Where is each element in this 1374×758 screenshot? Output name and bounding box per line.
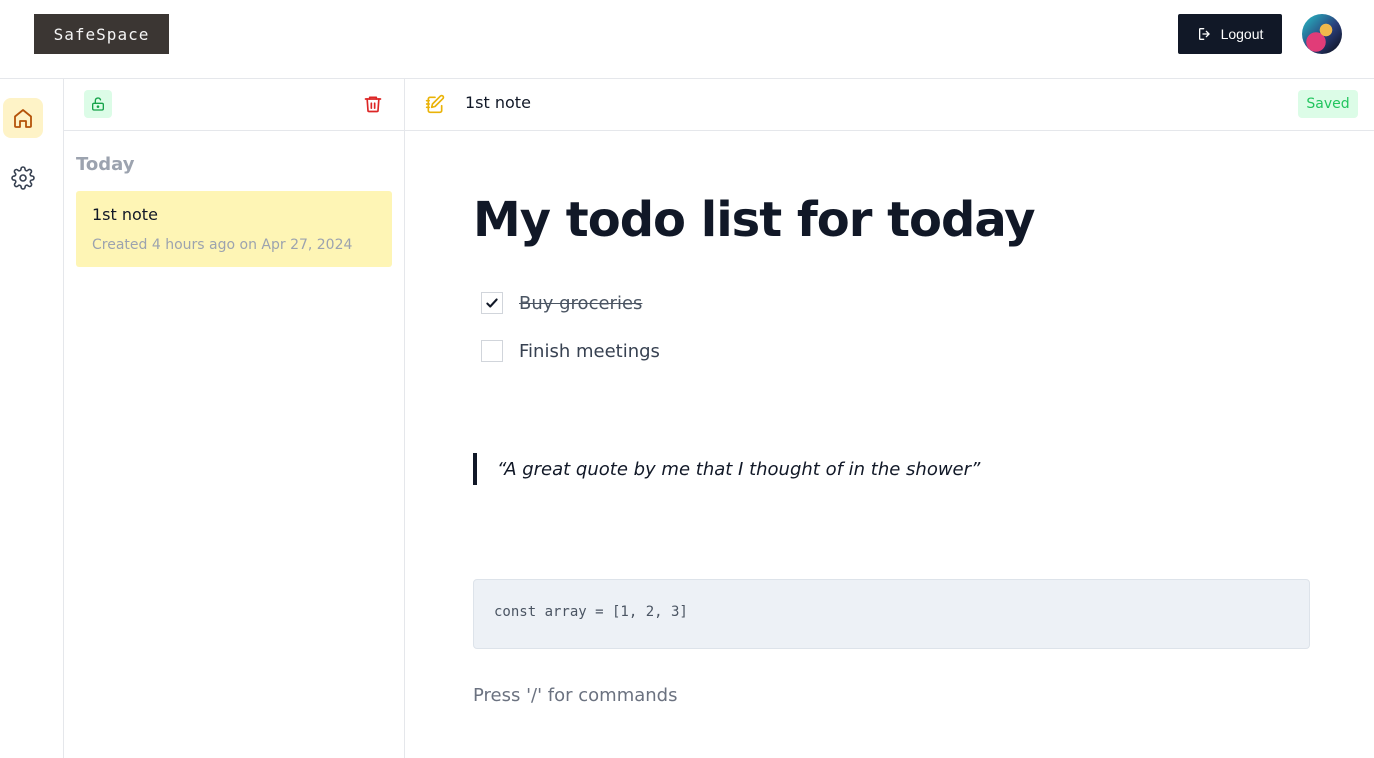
todo-item[interactable]: Buy groceries [481, 292, 642, 314]
brand-logo[interactable]: SafeSpace [34, 14, 169, 54]
todo-checkbox[interactable] [481, 340, 503, 362]
todo-text[interactable]: Buy groceries [519, 293, 642, 314]
document-heading[interactable]: My todo list for today [473, 192, 1036, 248]
sidebar-item-home[interactable] [3, 98, 43, 138]
note-editor: 1st note Saved My todo list for today Bu… [405, 79, 1374, 758]
editor-toolbar: 1st note Saved [405, 79, 1374, 131]
avatar[interactable] [1302, 14, 1342, 54]
logout-button[interactable]: Logout [1178, 14, 1282, 54]
note-title-field[interactable]: 1st note [465, 93, 531, 112]
editor-placeholder[interactable]: Press '/' for commands [473, 685, 677, 706]
unlock-icon [92, 97, 104, 111]
blockquote[interactable]: “A great quote by me that I thought of i… [473, 453, 980, 485]
note-item-title: 1st note [92, 205, 158, 224]
icon-sidebar [0, 79, 64, 758]
note-list-item[interactable]: 1st note Created 4 hours ago on Apr 27, … [76, 191, 392, 267]
todo-text[interactable]: Finish meetings [519, 341, 660, 362]
todo-checkbox-checked[interactable] [481, 292, 503, 314]
check-icon [486, 298, 498, 308]
unlock-button[interactable] [84, 90, 112, 118]
home-icon [14, 109, 32, 128]
sidebar-item-settings[interactable] [3, 158, 43, 198]
notes-panel: Today 1st note Created 4 hours ago on Ap… [64, 79, 405, 758]
notes-group-label: Today [76, 154, 135, 175]
gear-icon [11, 166, 35, 190]
logout-icon [1198, 28, 1210, 40]
todo-item[interactable]: Finish meetings [481, 340, 660, 362]
logout-label: Logout [1220, 26, 1264, 42]
code-block[interactable]: const array = [1, 2, 3] [473, 579, 1310, 649]
trash-icon [364, 96, 382, 113]
delete-button[interactable] [362, 93, 384, 115]
saved-status-badge: Saved [1298, 90, 1358, 118]
notes-toolbar [64, 79, 404, 131]
note-item-meta: Created 4 hours ago on Apr 27, 2024 [92, 237, 353, 253]
top-bar: SafeSpace Logout [0, 0, 1374, 79]
edit-note-icon [425, 94, 445, 114]
